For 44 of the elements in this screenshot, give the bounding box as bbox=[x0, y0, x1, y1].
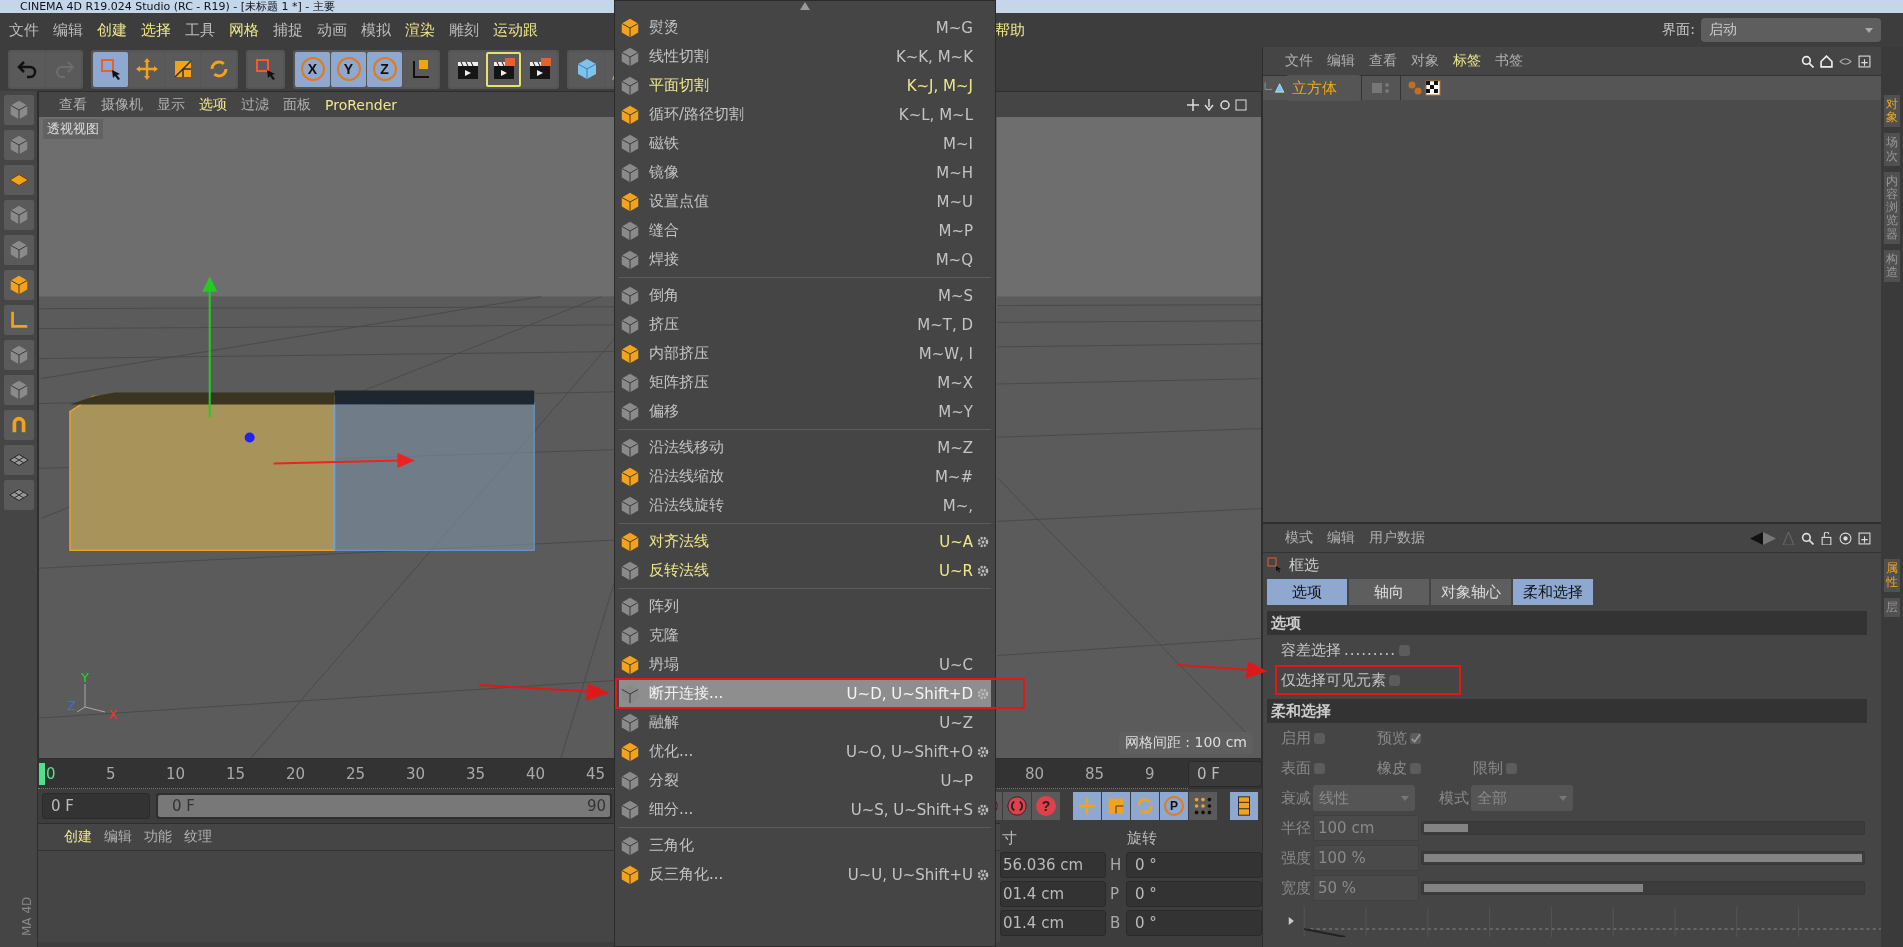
tool-title: 框选 bbox=[1289, 555, 1319, 575]
checkbox-label: 容差选择 bbox=[1281, 640, 1341, 660]
size-header: 寸 bbox=[1002, 828, 1017, 848]
frame-tick-label: 20 bbox=[286, 764, 306, 783]
view-name-label: 透视视图 bbox=[43, 119, 103, 139]
frame-tick-label: 35 bbox=[466, 764, 486, 783]
frame-tick-label: 30 bbox=[406, 764, 426, 783]
frame-tick-label: 10 bbox=[166, 764, 186, 783]
field-label: 宽度 bbox=[1281, 878, 1311, 898]
section-header: 柔和选择 bbox=[1267, 699, 1867, 723]
frame-tick-label: 45 bbox=[586, 764, 606, 783]
axis-label: X bbox=[109, 707, 118, 722]
field-label: 半径 bbox=[1281, 818, 1311, 838]
checkbox-label: 限制 bbox=[1473, 758, 1503, 778]
layout-label: 界面: bbox=[1662, 21, 1695, 39]
checkbox-label: 橡皮 bbox=[1377, 758, 1407, 778]
frame-tick-label: 15 bbox=[226, 764, 246, 783]
leader-dots: ......... bbox=[1344, 641, 1396, 659]
field-label: 模式 bbox=[1439, 788, 1469, 808]
axis-label: Z bbox=[67, 698, 76, 713]
frame-tick-label: 85 bbox=[1085, 764, 1105, 783]
axis-label: B bbox=[1110, 914, 1122, 932]
range-end-label: 90 bbox=[586, 797, 606, 815]
frame-tick-label: 9 bbox=[1145, 764, 1155, 783]
frame-tick-label: 40 bbox=[526, 764, 546, 783]
checkbox-label: 表面 bbox=[1281, 758, 1311, 778]
field-label: 衰减 bbox=[1281, 788, 1311, 808]
axis-label: H bbox=[1110, 856, 1122, 874]
frame-tick-label: 25 bbox=[346, 764, 366, 783]
checkbox-label: 预览 bbox=[1377, 728, 1407, 748]
frame-tick-label: 0 bbox=[46, 764, 56, 783]
axis-label: Y bbox=[81, 672, 89, 685]
rotation-header: 旋转 bbox=[1127, 828, 1157, 848]
axis-label: P bbox=[1110, 885, 1121, 903]
logo-text: MA 4D bbox=[20, 896, 34, 936]
checkbox-label: 启用 bbox=[1281, 728, 1311, 748]
section-header: 选项 bbox=[1267, 611, 1867, 635]
window-title: CINEMA 4D R19.024 Studio (RC - R19) - [未标题 1 *] - 主要 bbox=[19, 0, 335, 13]
grid-spacing-label: 网格间距 : 100 cm bbox=[1118, 732, 1253, 754]
field-label: 强度 bbox=[1281, 848, 1311, 868]
frame-tick-label: 5 bbox=[106, 764, 116, 783]
frame-tick-label: 80 bbox=[1025, 764, 1045, 783]
checkbox-label: 仅选择可见元素 bbox=[1281, 670, 1386, 690]
range-start-label: 0 F bbox=[172, 797, 195, 815]
